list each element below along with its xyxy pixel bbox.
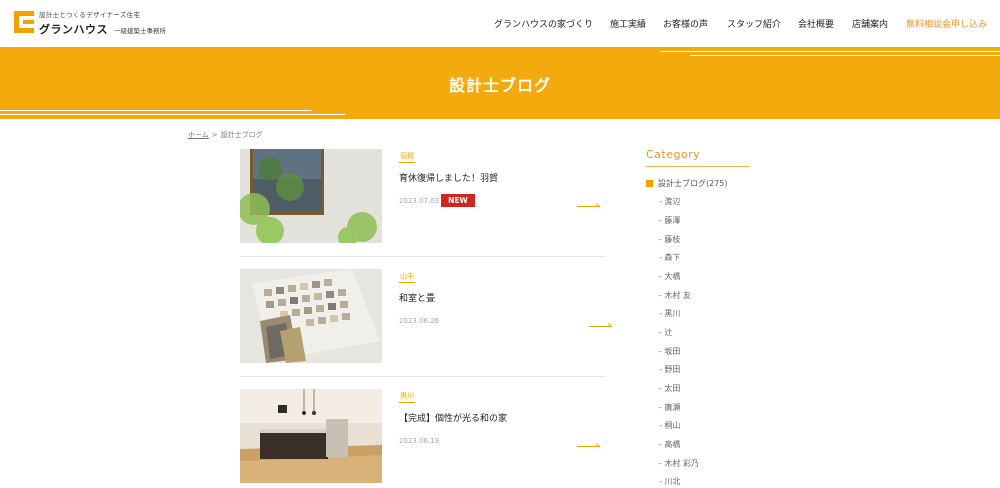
page-title: 設計士ブログ — [448, 76, 551, 95]
post-date: 2023.06.19 — [399, 437, 440, 445]
post-title[interactable]: 【完成】個性が光る和の家 — [399, 411, 507, 424]
nav-item-staff[interactable]: スタッフ紹介 — [727, 17, 781, 30]
blog-post-card: 黒川 【完成】個性が光る和の家 2023.06.19 — [240, 389, 606, 488]
category-main-label: 設計士ブログ(275) — [658, 179, 728, 188]
subcategory-link[interactable]: - 木村 彩乃 — [659, 458, 699, 469]
subcategory-link[interactable]: - 野田 — [659, 364, 680, 375]
subcategory-link[interactable]: - 川北 — [659, 476, 680, 487]
post-title[interactable]: 和室と畳 — [399, 291, 435, 304]
nav-item-voices[interactable]: お客様の声 — [663, 17, 708, 30]
read-more-arrow-icon[interactable] — [589, 322, 613, 327]
subcategory-link[interactable]: - 辻 — [659, 327, 672, 338]
subcategory-link[interactable]: - 廣瀬 — [659, 402, 680, 413]
post-date: 2023.07.03 — [399, 197, 440, 205]
banner-line — [660, 51, 1000, 52]
nav-item-company[interactable]: 会社概要 — [798, 17, 834, 30]
banner-line — [0, 114, 345, 115]
subcategory-link[interactable]: - 太田 — [659, 383, 680, 394]
blog-post-card: 羽賀 育休復帰しました！羽賀 2023.07.03 NEW — [240, 149, 606, 261]
subcategory-link[interactable]: - 坂田 — [659, 346, 680, 357]
post-date: 2023.06.26 — [399, 317, 440, 325]
post-category-tag[interactable]: 黒川 — [399, 391, 415, 403]
new-badge: NEW — [441, 194, 475, 207]
category-heading: Category — [646, 148, 750, 167]
breadcrumb-home-link[interactable]: ホーム — [188, 131, 209, 139]
breadcrumb: ホーム > 設計士ブログ — [188, 130, 263, 140]
subcategory-link[interactable]: - 木村 友 — [659, 290, 691, 301]
subcategory-link[interactable]: - 黒川 — [659, 308, 680, 319]
post-thumbnail[interactable] — [240, 389, 382, 483]
category-square-icon — [646, 180, 653, 187]
category-main-link[interactable]: 設計士ブログ(275) — [646, 178, 728, 189]
subcategory-link[interactable]: - 桐山 — [659, 420, 680, 431]
breadcrumb-separator: > — [211, 131, 218, 139]
breadcrumb-current: 設計士ブログ — [220, 131, 263, 139]
nav-item-consultation[interactable]: 無料相談会申し込み — [906, 17, 987, 30]
nav-item-house-building[interactable]: グランハウスの家づくり — [494, 17, 593, 30]
post-thumbnail[interactable] — [240, 269, 382, 363]
post-thumbnail[interactable] — [240, 149, 382, 243]
nav-item-works[interactable]: 施工実績 — [610, 17, 646, 30]
nav-item-stores[interactable]: 店舗案内 — [852, 17, 888, 30]
banner-line — [0, 110, 312, 111]
main-nav: グランハウスの家づくり 施工実績 お客様の声 スタッフ紹介 会社概要 店舗案内 … — [0, 17, 1000, 31]
subcategory-link[interactable]: - 藤枝 — [659, 234, 680, 245]
subcategory-link[interactable]: - 藤澤 — [659, 215, 680, 226]
read-more-arrow-icon[interactable] — [577, 442, 601, 447]
post-divider — [240, 376, 606, 377]
post-category-tag[interactable]: 羽賀 — [399, 151, 415, 163]
post-divider — [240, 256, 606, 257]
site-header: 設計士とつくるデザイナーズ住宅 グランハウス 一級建築士事務所 グランハウスの家… — [0, 0, 1000, 47]
read-more-arrow-icon[interactable] — [577, 202, 601, 207]
category-sidebar: Category 設計士ブログ(275) - 渡辺 - 藤澤 - 藤枝 - 森下… — [646, 148, 750, 486]
subcategory-link[interactable]: - 大橋 — [659, 271, 680, 282]
banner-line — [690, 55, 1000, 56]
subcategory-link[interactable]: - 森下 — [659, 252, 680, 263]
post-category-tag[interactable]: 山中 — [399, 271, 415, 283]
subcategory-link[interactable]: - 渡辺 — [659, 196, 680, 207]
blog-post-card: 山中 和室と畳 2023.06.26 — [240, 269, 613, 381]
post-title[interactable]: 育休復帰しました！羽賀 — [399, 171, 498, 184]
page-banner: 設計士ブログ — [0, 47, 1000, 119]
subcategory-link[interactable]: - 髙橋 — [659, 439, 680, 450]
